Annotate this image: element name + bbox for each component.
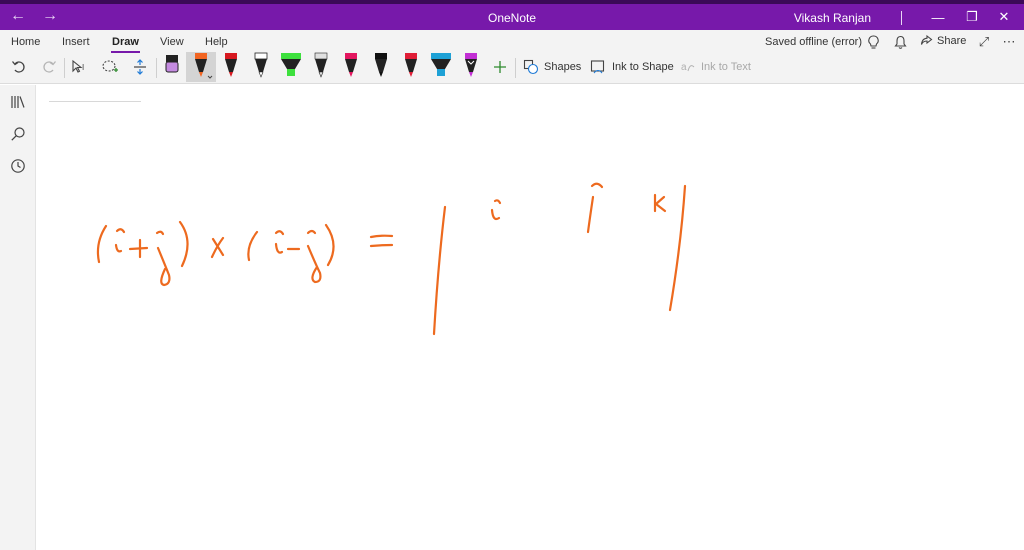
gray-pen-tool[interactable]	[309, 52, 333, 82]
toolbar-divider	[156, 58, 157, 78]
tab-draw[interactable]: Draw	[111, 36, 140, 53]
add-space-icon	[134, 59, 146, 75]
select-text-icon: I	[72, 59, 84, 73]
shapes-icon	[523, 59, 539, 75]
tab-view[interactable]: View	[160, 36, 184, 48]
redo-button[interactable]	[40, 53, 58, 81]
ink-to-text-label: Ink to Text	[701, 61, 751, 73]
orange-pen-tool[interactable]	[186, 52, 216, 82]
ink-to-shape-button[interactable]: Ink to Shape	[590, 59, 674, 75]
toolbar-divider	[64, 58, 65, 78]
lasso-icon	[102, 60, 118, 72]
lasso-select-button[interactable]	[101, 53, 119, 81]
shapes-label: Shapes	[544, 61, 582, 73]
add-pen-button[interactable]	[491, 53, 509, 81]
restore-button[interactable]: ❐	[957, 6, 987, 28]
minimize-button[interactable]: —	[923, 6, 953, 28]
black-pen-tool[interactable]	[369, 52, 393, 82]
ink-to-text-icon: a	[681, 62, 695, 73]
svg-text:a: a	[681, 62, 687, 73]
share-icon	[920, 34, 933, 45]
left-sidebar	[0, 85, 36, 550]
tab-home[interactable]: Home	[11, 36, 40, 48]
title-bar: ← → OneNote Vikash Ranjan — ❐ ✕	[0, 0, 1024, 30]
toolbar-divider	[515, 58, 516, 78]
titlebar-divider	[901, 11, 902, 25]
crimson-pen-tool[interactable]	[399, 52, 423, 82]
ribbon: Home Insert Draw View Help Saved offline…	[0, 30, 1024, 84]
white-pen-tool[interactable]	[249, 52, 273, 82]
green-highlighter-tool[interactable]	[279, 52, 303, 82]
ink-to-shape-label: Ink to Shape	[612, 61, 674, 73]
undo-icon	[12, 61, 25, 73]
user-name[interactable]: Vikash Ranjan	[794, 11, 871, 25]
type-select-button[interactable]: I	[71, 53, 89, 81]
ink-to-shape-icon	[590, 60, 605, 74]
plus-icon	[494, 61, 506, 73]
undo-button[interactable]	[10, 53, 28, 81]
tab-help[interactable]: Help	[205, 36, 228, 48]
redo-icon	[43, 61, 56, 73]
pencil-tool[interactable]	[160, 52, 184, 82]
close-button[interactable]: ✕	[989, 6, 1019, 28]
recent-notes-clock-icon[interactable]	[9, 157, 27, 175]
bell-icon[interactable]	[892, 34, 908, 50]
search-icon[interactable]	[9, 125, 27, 143]
svg-text:I: I	[82, 63, 84, 72]
ink-to-text-button[interactable]: a Ink to Text	[680, 59, 751, 75]
fullscreen-icon[interactable]: ⤢	[976, 34, 992, 50]
pink-pen-tool[interactable]	[339, 52, 363, 82]
note-canvas[interactable]	[37, 85, 1024, 550]
more-options-icon[interactable]: ⋯	[1001, 34, 1017, 50]
lightbulb-icon[interactable]	[865, 34, 881, 50]
tab-insert[interactable]: Insert	[62, 36, 90, 48]
add-space-button[interactable]	[131, 53, 149, 81]
red-pen-tool[interactable]	[219, 52, 243, 82]
shapes-button[interactable]: Shapes	[523, 59, 581, 75]
blue-highlighter-tool[interactable]	[429, 52, 453, 82]
sync-status[interactable]: Saved offline (error)	[765, 36, 862, 48]
notebooks-icon[interactable]	[9, 93, 27, 111]
share-button[interactable]: Share	[920, 34, 966, 47]
handwritten-ink[interactable]	[37, 85, 1024, 550]
share-label: Share	[937, 34, 967, 47]
purple-pen-tool[interactable]	[459, 52, 483, 82]
